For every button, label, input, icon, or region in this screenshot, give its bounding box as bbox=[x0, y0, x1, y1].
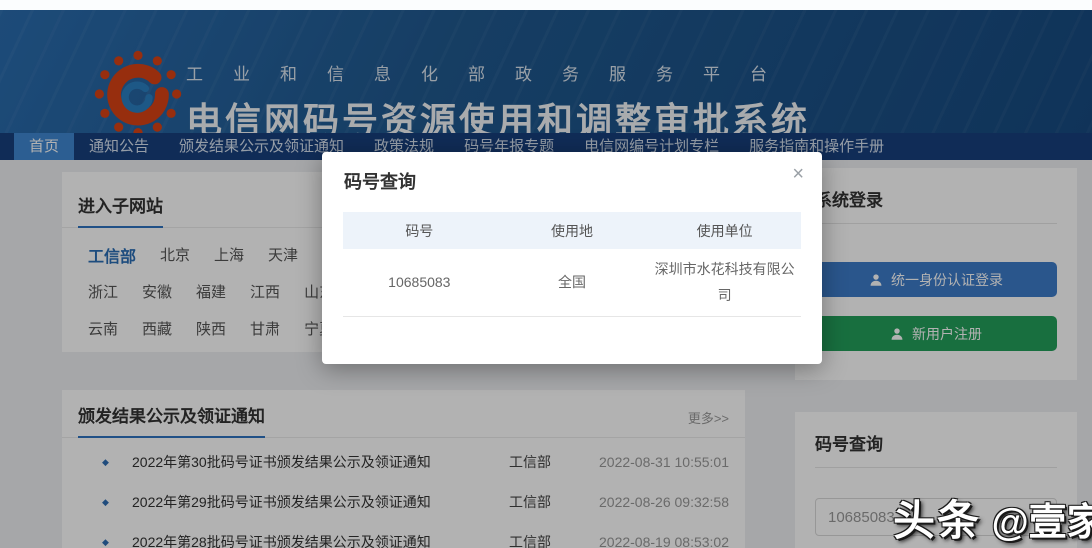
page: 工业和信息化部政务服务平台 电信网码号资源使用和调整审批系统 首页 通知公告 颁… bbox=[0, 0, 1092, 548]
close-icon[interactable]: × bbox=[792, 164, 804, 184]
top-white-strip bbox=[0, 0, 1092, 10]
watermark-rest: @壹家媒 bbox=[991, 502, 1092, 544]
cell-company: 深圳市水花科技有限公司 bbox=[654, 261, 795, 303]
watermark-bold: 头条 bbox=[893, 497, 982, 544]
cell-area: 全国 bbox=[557, 273, 586, 290]
col-header-area: 使用地 bbox=[550, 222, 593, 239]
col-header-number: 码号 bbox=[405, 222, 434, 239]
result-table: 码号 使用地 使用单位 10685083 全国 深圳市水花科技有限公司 bbox=[343, 212, 801, 317]
modal-title: 码号查询 bbox=[344, 172, 416, 192]
result-table-header: 码号 使用地 使用单位 bbox=[343, 212, 801, 249]
number-query-modal: 码号查询 × 码号 使用地 使用单位 10685083 全国 深圳市水花科技有限… bbox=[322, 152, 822, 364]
watermark: 头条 @壹家媒 bbox=[893, 487, 1092, 548]
col-header-company: 使用单位 bbox=[696, 222, 753, 239]
table-row: 10685083 全国 深圳市水花科技有限公司 bbox=[343, 249, 801, 317]
cell-number: 10685083 bbox=[388, 273, 451, 290]
